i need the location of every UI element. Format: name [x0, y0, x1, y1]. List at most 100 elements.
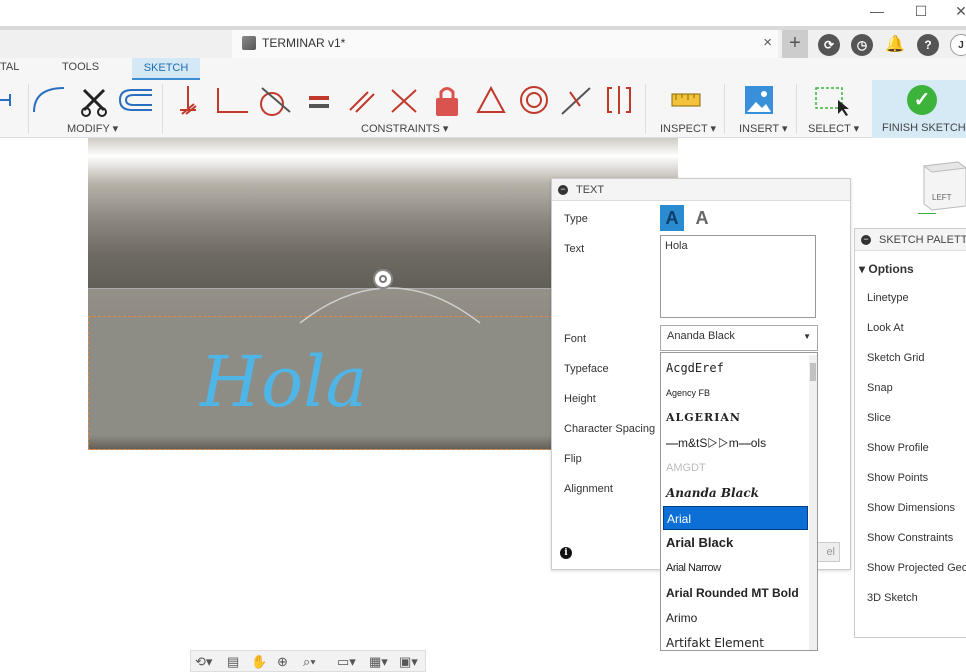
help-icon[interactable]: ? — [917, 34, 939, 56]
insert-menu[interactable]: INSERT ▾ — [739, 122, 788, 135]
checkmark-icon: ✓ — [907, 85, 937, 115]
equal-icon[interactable] — [309, 96, 329, 108]
flip-label: Flip — [564, 453, 582, 465]
look-at-icon[interactable]: ▤ — [227, 654, 239, 670]
dialog-header[interactable]: − TEXT — [552, 179, 850, 201]
font-option[interactable]: AcgdEref — [663, 356, 808, 380]
font-option[interactable]: Arial Black — [663, 531, 808, 555]
palette-item-slice[interactable]: Slice — [867, 412, 891, 424]
font-option-selected[interactable]: Arial — [663, 506, 808, 530]
palette-item-show-profile[interactable]: Show Profile — [867, 442, 929, 454]
zoom-icon[interactable]: ⊕ — [277, 654, 288, 670]
tangent-icon[interactable] — [260, 87, 291, 116]
coincident-icon[interactable] — [391, 89, 417, 113]
fit-icon[interactable]: ⌕▾ — [303, 654, 316, 670]
palette-item-show-dimensions[interactable]: Show Dimensions — [867, 502, 955, 514]
scissors-icon[interactable] — [81, 88, 107, 117]
concentric-icon[interactable] — [520, 86, 548, 114]
text-along-path-button[interactable]: A — [690, 205, 714, 231]
modify-menu[interactable]: MODIFY ▾ — [67, 122, 118, 135]
minimize-button[interactable]: — — [866, 2, 888, 20]
font-option[interactable]: AMGDT — [663, 456, 808, 480]
character-spacing-label: Character Spacing — [564, 423, 656, 435]
pan-icon[interactable]: ✋ — [251, 654, 267, 670]
viewports-icon[interactable]: ▣▾ — [399, 654, 418, 670]
font-option[interactable]: Agency FB — [663, 381, 808, 405]
constraints-menu[interactable]: CONSTRAINTS ▾ — [361, 122, 448, 135]
lock-icon[interactable] — [436, 87, 458, 117]
text-input[interactable]: Hola — [660, 235, 816, 318]
symmetry-icon[interactable] — [607, 86, 631, 114]
collapse-icon[interactable]: − — [861, 235, 871, 245]
palette-item-show-projected-geometries[interactable]: Show Projected Geo — [867, 562, 966, 574]
extensions-icon[interactable]: ⟳ — [818, 34, 840, 56]
font-option[interactable]: ⎯⎯m&tS▷▷m⎯⎯ols — [663, 431, 808, 455]
offset-icon[interactable] — [118, 89, 152, 111]
divider — [645, 84, 646, 134]
caret-down-icon: ▾ — [859, 262, 866, 276]
triangle-icon[interactable] — [476, 85, 506, 113]
display-settings-icon[interactable]: ▭▾ — [337, 654, 356, 670]
divider — [162, 84, 163, 134]
font-list-scrollbar[interactable] — [809, 355, 817, 650]
palette-header[interactable]: − SKETCH PALETTE — [855, 229, 966, 251]
account-avatar[interactable]: J — [950, 34, 966, 56]
palette-item-look-at[interactable]: Look At — [867, 322, 904, 334]
sketch-text-preview[interactable]: Hola — [200, 341, 367, 423]
palette-item-show-points[interactable]: Show Points — [867, 472, 928, 484]
inspect-menu[interactable]: INSPECT ▾ — [660, 122, 716, 135]
palette-item-linetype[interactable]: Linetype — [867, 292, 909, 304]
job-status-icon[interactable]: ◷ — [851, 34, 873, 56]
finish-sketch-button[interactable]: ✓ FINISH SKETCH ▾ — [872, 80, 966, 147]
font-option[interactable]: Arial Narrow — [663, 556, 808, 580]
tab-fragment[interactable]: TAL — [0, 61, 19, 73]
options-label: Options — [868, 262, 914, 276]
document-tab-bar: TERMINAR v1* × + ⟳ ◷ 🔔 ? J — [0, 26, 966, 58]
perpendicular-icon[interactable] — [217, 88, 248, 113]
notifications-icon[interactable]: 🔔 — [884, 34, 906, 56]
text-type-button[interactable]: A — [660, 205, 684, 231]
window-select-icon[interactable] — [815, 87, 849, 116]
fix-icon[interactable] — [180, 86, 197, 115]
font-option[interactable]: Ananda Black — [663, 481, 808, 505]
viewcube[interactable]: LEFT — [918, 158, 966, 214]
font-select[interactable]: Ananda Black ▼ — [660, 325, 818, 351]
options-section[interactable]: ▾ Options — [859, 262, 914, 276]
font-option[interactable]: ALGERIAN — [663, 406, 808, 430]
orbit-icon[interactable]: ⟲▾ — [195, 654, 212, 670]
chevron-down-icon: ▼ — [803, 332, 811, 341]
font-dropdown-list[interactable]: AcgdEref Agency FB ALGERIAN ⎯⎯m&tS▷▷m⎯⎯o… — [660, 352, 818, 651]
maximize-button[interactable]: ☐ — [910, 2, 932, 20]
image-icon[interactable] — [745, 86, 773, 114]
palette-item-show-constraints[interactable]: Show Constraints — [867, 532, 953, 544]
ruler-icon[interactable] — [671, 93, 701, 107]
document-tab[interactable]: TERMINAR v1* × — [232, 30, 778, 58]
fillet-icon[interactable] — [33, 87, 65, 113]
dialog-title: TEXT — [576, 184, 605, 196]
palette-item-sketch-grid[interactable]: Sketch Grid — [867, 352, 924, 364]
font-option[interactable]: Arimo — [663, 606, 808, 630]
close-tab-icon[interactable]: × — [763, 34, 772, 51]
tab-sketch[interactable]: SKETCH — [132, 58, 200, 80]
font-option[interactable]: Arial Rounded MT Bold — [663, 581, 808, 605]
scrollbar-thumb[interactable] — [810, 363, 816, 381]
font-option[interactable]: Artifakt Element — [663, 631, 808, 650]
palette-item-3d-sketch[interactable]: 3D Sketch — [867, 592, 918, 604]
select-menu[interactable]: SELECT ▾ — [808, 122, 859, 135]
tab-tools[interactable]: TOOLS — [62, 61, 99, 73]
palette-item-snap[interactable]: Snap — [867, 382, 893, 394]
divider — [796, 84, 797, 134]
face-shadow — [89, 435, 552, 449]
title-bar: — ☐ ✕ — [0, 0, 966, 26]
manipulator-center — [379, 275, 387, 283]
parallel-icon[interactable] — [349, 91, 375, 113]
close-window-button[interactable]: ✕ — [950, 2, 966, 20]
alignment-label: Alignment — [564, 483, 613, 495]
new-tab-button[interactable]: + — [782, 30, 808, 58]
trim-icon[interactable] — [0, 94, 11, 106]
font-select-value: Ananda Black — [667, 330, 735, 342]
midpoint-icon[interactable] — [561, 87, 591, 115]
collapse-icon[interactable]: − — [558, 185, 568, 195]
info-icon[interactable]: i — [560, 547, 572, 559]
grid-icon[interactable]: ▦▾ — [369, 654, 388, 670]
